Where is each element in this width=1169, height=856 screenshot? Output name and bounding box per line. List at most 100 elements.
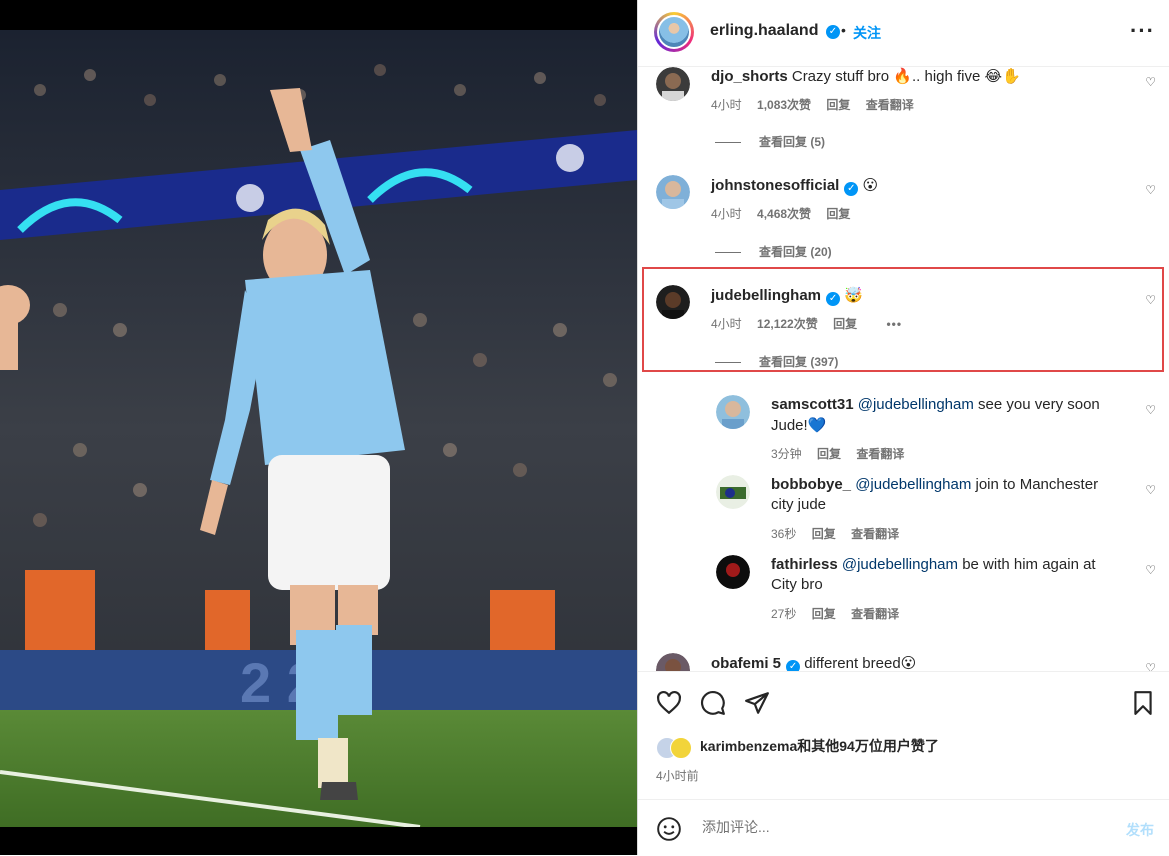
reply-button[interactable]: 回复 xyxy=(817,447,841,461)
comment-username[interactable]: johnstonesofficial xyxy=(711,177,839,194)
divider-line xyxy=(715,362,741,364)
comment-likes[interactable]: 12,122次赞 xyxy=(757,317,818,331)
heart-icon[interactable] xyxy=(656,690,682,716)
comment-username[interactable]: djo_shorts xyxy=(711,68,788,85)
commenter-avatar[interactable] xyxy=(656,67,690,101)
post-header: erling.haaland ✓ • 关注 ··· xyxy=(638,0,1169,67)
reply-mention[interactable]: @judebellingham xyxy=(842,556,958,573)
comment-username[interactable]: obafemi 5 xyxy=(711,655,781,671)
reply-button[interactable]: 回复 xyxy=(833,317,857,331)
comment-meta: 4小时 4,468次赞 回复 xyxy=(711,205,862,222)
heart-icon[interactable]: ♡ xyxy=(1145,183,1156,197)
reply-body: bobbobye_ @judebellingham join to Manche… xyxy=(771,475,1121,515)
blue-heart-emoji: 💙 xyxy=(807,416,827,434)
heart-icon[interactable]: ♡ xyxy=(1145,75,1156,89)
follow-button[interactable]: 关注 xyxy=(853,23,881,43)
comment-username[interactable]: judebellingham xyxy=(711,287,821,304)
view-replies-button[interactable]: 查看回复 (397) xyxy=(715,353,838,370)
replier-avatar[interactable] xyxy=(716,555,750,589)
author-username[interactable]: erling.haaland xyxy=(710,22,818,40)
mind-blown-emoji: 🤯 xyxy=(844,286,863,304)
view-replies-button[interactable]: 查看回复 (5) xyxy=(715,133,825,150)
comment-time: 4小时 xyxy=(711,207,742,221)
reply-username[interactable]: fathirless xyxy=(771,556,838,573)
heart-icon[interactable]: ♡ xyxy=(1145,661,1156,671)
translate-button[interactable]: 查看翻译 xyxy=(851,607,899,621)
reply-text: be with him again at xyxy=(962,556,1096,573)
reply-text-cont: City bro xyxy=(771,576,823,593)
photo-image: 2 25 xyxy=(0,30,637,827)
commenter-avatar[interactable] xyxy=(656,175,690,209)
reply-text: join to Manchester xyxy=(975,476,1099,493)
reply-meta: 27秒 回复 查看翻译 xyxy=(771,605,911,622)
reply-mention[interactable]: @judebellingham xyxy=(855,476,971,493)
heart-icon[interactable]: ♡ xyxy=(1145,403,1156,417)
comment-time: 4小时 xyxy=(711,98,742,112)
replier-avatar[interactable] xyxy=(716,475,750,509)
translate-button[interactable]: 查看翻译 xyxy=(866,98,914,112)
reply-body: samscott31 @judebellingham see you very … xyxy=(771,395,1121,436)
surprised-emoji: 😮 xyxy=(862,176,879,194)
comment-meta: 4小时 12,122次赞 回复 ••• xyxy=(711,315,914,332)
reply-button[interactable]: 回复 xyxy=(812,527,836,541)
translate-button[interactable]: 查看翻译 xyxy=(851,527,899,541)
comment-text-cont: .. high five xyxy=(911,68,981,85)
comment-likes[interactable]: 1,083次赞 xyxy=(757,98,811,112)
divider-line xyxy=(715,252,741,254)
reply-button[interactable]: 回复 xyxy=(812,607,836,621)
verified-badge-icon: ✓ xyxy=(786,660,801,671)
publish-button[interactable]: 发布 xyxy=(1126,820,1154,840)
comments-list[interactable]: djo_shorts Crazy stuff bro 🔥.. high five… xyxy=(638,67,1169,671)
comment-input[interactable] xyxy=(700,818,1084,836)
reply-meta: 36秒 回复 查看翻译 xyxy=(771,525,911,542)
heart-icon[interactable]: ♡ xyxy=(1145,293,1156,307)
comment-text: Crazy stuff bro xyxy=(791,68,890,85)
reply-mention[interactable]: @judebellingham xyxy=(858,396,974,413)
comment-icon[interactable] xyxy=(700,690,726,716)
likes-summary[interactable]: karimbenzema和其他94万位用户赞了 xyxy=(656,736,939,760)
divider-line xyxy=(715,142,741,144)
more-options-icon[interactable]: ··· xyxy=(1130,18,1155,44)
author-avatar[interactable] xyxy=(654,12,694,52)
replier-avatar[interactable] xyxy=(716,395,750,429)
view-replies-label: 查看回复 (397) xyxy=(759,355,839,369)
reply-username[interactable]: samscott31 xyxy=(771,396,854,413)
laugh-hand-emoji: 😂✋ xyxy=(984,67,1021,85)
heart-icon[interactable]: ♡ xyxy=(1145,483,1156,497)
share-icon[interactable] xyxy=(744,690,770,716)
comment-time: 4小时 xyxy=(711,317,742,331)
post-photo[interactable]: 2 25 xyxy=(0,0,637,855)
reply-meta: 3分钟 回复 查看翻译 xyxy=(771,445,916,462)
reply-body: fathirless @judebellingham be with him a… xyxy=(771,555,1121,595)
reply-text: see you very soon xyxy=(978,396,1100,413)
heart-icon[interactable]: ♡ xyxy=(1145,563,1156,577)
reply-time: 27秒 xyxy=(771,607,797,621)
emoji-icon[interactable] xyxy=(656,816,682,842)
bookmark-icon[interactable] xyxy=(1130,690,1156,716)
post-actions: karimbenzema和其他94万位用户赞了 4小时前 xyxy=(638,671,1169,800)
reply-time: 3分钟 xyxy=(771,447,802,461)
comment-more-options[interactable]: ••• xyxy=(886,317,902,331)
comment-body: judebellingham ✓ 🤯 xyxy=(711,285,863,306)
liker-avatar xyxy=(670,737,692,760)
reply-text-cont: Jude! xyxy=(771,417,808,434)
verified-badge-icon: ✓ xyxy=(844,182,859,196)
reply-username[interactable]: bobbobye_ xyxy=(771,476,851,493)
comment-meta: 4小时 1,083次赞 回复 查看翻译 xyxy=(711,96,926,113)
likes-text: karimbenzema和其他94万位用户赞了 xyxy=(700,738,939,754)
comment-likes[interactable]: 4,468次赞 xyxy=(757,207,811,221)
commenter-avatar[interactable] xyxy=(656,285,690,319)
view-replies-label: 查看回复 (5) xyxy=(759,135,826,149)
reply-button[interactable]: 回复 xyxy=(826,207,850,221)
translate-button[interactable]: 查看翻译 xyxy=(856,447,904,461)
comment-body: djo_shorts Crazy stuff bro 🔥.. high five… xyxy=(711,67,1021,87)
verified-badge-icon: ✓ xyxy=(826,292,841,306)
liker-avatars xyxy=(656,737,694,760)
view-replies-button[interactable]: 查看回复 (20) xyxy=(715,243,832,260)
separator-dot: • xyxy=(841,22,846,38)
post-timestamp: 4小时前 xyxy=(656,769,699,783)
commenter-avatar[interactable] xyxy=(656,653,690,671)
comment-body: johnstonesofficial ✓ 😮 xyxy=(711,175,878,196)
reply-button[interactable]: 回复 xyxy=(826,98,850,112)
reply-time: 36秒 xyxy=(771,527,797,541)
